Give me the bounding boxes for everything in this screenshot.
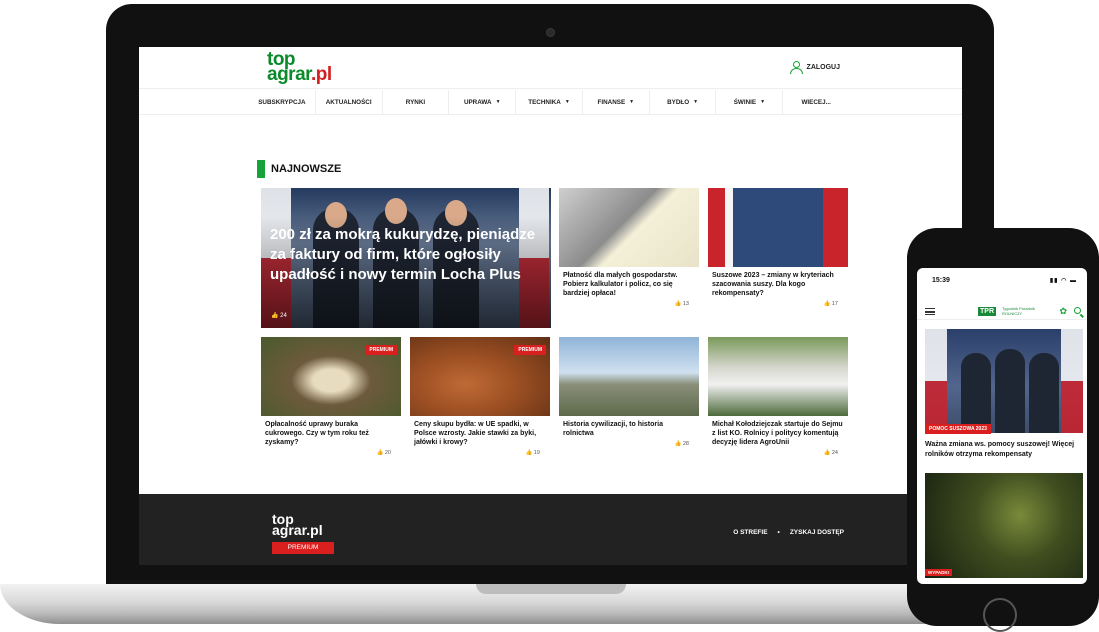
chevron-down-icon: ▼ [760,99,766,105]
article-thumbnail: PREMIUM [410,337,550,416]
laptop-notch [476,584,626,594]
nav-item[interactable]: RYNKI [383,90,450,114]
premium-badge: PREMIUM [514,345,546,355]
nav-divider [139,114,962,115]
article-card[interactable]: Suszowe 2023 – zmiany w kryteriach szaco… [708,188,848,307]
section-heading: NAJNOWSZE [257,160,341,178]
nav-item-label: RYNKI [405,98,426,106]
menu-icon[interactable] [925,308,935,315]
article-title[interactable]: Opłacalność uprawy buraka cukrowego. Czy… [261,420,401,447]
footer-premium-badge: PREMIUM [272,542,334,554]
article-likes: 👍 20 [376,450,391,456]
nav-item-label: TECHNIKA [528,98,561,106]
chevron-down-icon: ▼ [629,99,635,105]
phone-screen: 15:39 ▮▮ ◠ ▬ TPR Tygodnik Poradnik ROLNI… [917,268,1087,584]
article-thumbnail [708,337,848,416]
phone-article-title[interactable]: Ważna zmiana ws. pomocy suszowej! Więcej… [925,440,1083,460]
section-title: NAJNOWSZE [271,163,342,175]
nav-item-label: WIECEJ... [801,98,831,106]
article-title[interactable]: Suszowe 2023 – zmiany w kryteriach szaco… [708,271,848,298]
chevron-down-icon: ▼ [495,99,501,105]
hero-article[interactable]: 200 zł za mokrą kukurydzę, pieniądze za … [261,188,551,328]
article-card[interactable]: PREMIUM Opłacalność uprawy buraka cukrow… [261,337,401,456]
home-button[interactable] [983,598,1017,632]
article-title[interactable]: Michał Kołodziejczak startuje do Sejmu z… [708,420,848,447]
article-title[interactable]: Ceny skupu bydła: w UE spadki, w Polsce … [410,420,550,447]
footer-link-access[interactable]: ZYSKAJ DOSTĘP [790,529,844,536]
article-likes: 👍 24 [823,450,838,456]
nav-item-label: UPRAWA [463,98,492,106]
nav-item-label: BYDŁO [667,98,690,106]
premium-badge: PREMIUM [365,345,397,355]
phone-category-tag[interactable]: POMOC SUSZOWA 2023 [925,424,991,434]
footer-links: O STREFIE • ZYSKAJ DOSTĘP [733,529,844,536]
chevron-down-icon: ▼ [564,99,570,105]
article-title[interactable]: Płatność dla małych gospodarstw. Pobierz… [559,271,699,298]
login-label: ZALOGUJ [806,63,840,71]
section-accent-bar [257,160,265,178]
nav-item-label: ŚWINIE [733,98,757,106]
hero-title[interactable]: 200 zł za mokrą kukurydzę, pieniądze za … [270,225,542,285]
phone-status-bar: 15:39 ▮▮ ◠ ▬ [917,268,1087,288]
nav-item-label: AKTUALNOŚCI [325,98,372,106]
nav-item[interactable]: UPRAWA ▼ [449,90,517,114]
phone-time: 15:39 [932,277,950,284]
nav-item-label: SUBSKRYPCJA [258,98,306,106]
article-thumbnail: PREMIUM [261,337,401,416]
nav-item[interactable]: AKTUALNOŚCI [316,90,383,114]
main-nav: SUBSKRYPCJA AKTUALNOŚCI RYNKI UPRAWA ▼ TECHNI… [249,90,849,114]
nav-item[interactable]: ŚWINIE ▼ [716,90,784,114]
site-logo[interactable]: top agrar.pl [267,50,332,84]
article-thumbnail [559,337,699,416]
footer-logo[interactable]: top agrar.pl [272,512,323,537]
site-footer: top agrar.pl PREMIUM O STREFIE • ZYSKAJ … [139,494,962,565]
site-header: top agrar.pl ZALOGUJ [139,47,962,89]
article-card[interactable]: PREMIUM Ceny skupu bydła: w UE spadki, w… [410,337,550,456]
hero-likes: 👍 24 [271,313,287,319]
login-link[interactable]: ZALOGUJ [789,61,840,74]
article-thumbnail [708,188,848,267]
phone-category-tag[interactable]: WYPADKI [925,569,952,576]
article-card[interactable]: Płatność dla małych gospodarstw. Pobierz… [559,188,699,307]
phone-logo-subtitle: Tygodnik Poradnik ROLNICZY [1002,306,1035,316]
leaf-icon[interactable]: ✿ [1059,306,1067,317]
user-icon [789,61,803,74]
nav-item[interactable]: BYDŁO ▼ [650,90,717,114]
laptop-screen: top agrar.pl ZALOGUJ SUBSKRYPCJA AKTUALNO… [139,47,962,565]
footer-separator: • [777,529,780,536]
article-title[interactable]: Historia cywilizacji, to historia rolnic… [559,420,699,438]
chevron-down-icon: ▼ [693,99,699,105]
nav-item[interactable]: FINANSE ▼ [583,90,650,114]
article-likes: 👍 19 [525,450,540,456]
article-likes: 👍 17 [823,301,838,307]
nav-item-label: FINANSE [597,98,626,106]
phone-logo[interactable]: TPR [978,307,996,316]
search-icon[interactable] [1074,307,1081,314]
article-likes: 👍 28 [674,441,689,447]
article-card[interactable]: Michał Kołodziejczak startuje do Sejmu z… [708,337,848,456]
nav-item[interactable]: TECHNIKA ▼ [516,90,583,114]
nav-item[interactable]: SUBSKRYPCJA [249,90,316,114]
phone-article-image[interactable] [925,473,1083,578]
footer-link-about[interactable]: O STREFIE [733,529,767,536]
article-thumbnail [559,188,699,267]
article-likes: 👍 13 [674,301,689,307]
nav-item[interactable]: WIECEJ... [783,90,849,114]
phone-article-image[interactable] [925,329,1083,433]
article-card[interactable]: Historia cywilizacji, to historia rolnic… [559,337,699,447]
status-icons: ▮▮ ◠ ▬ [1049,278,1077,284]
camera-icon [547,29,554,36]
phone-header: TPR Tygodnik Poradnik ROLNICZY ✿ [917,302,1087,320]
